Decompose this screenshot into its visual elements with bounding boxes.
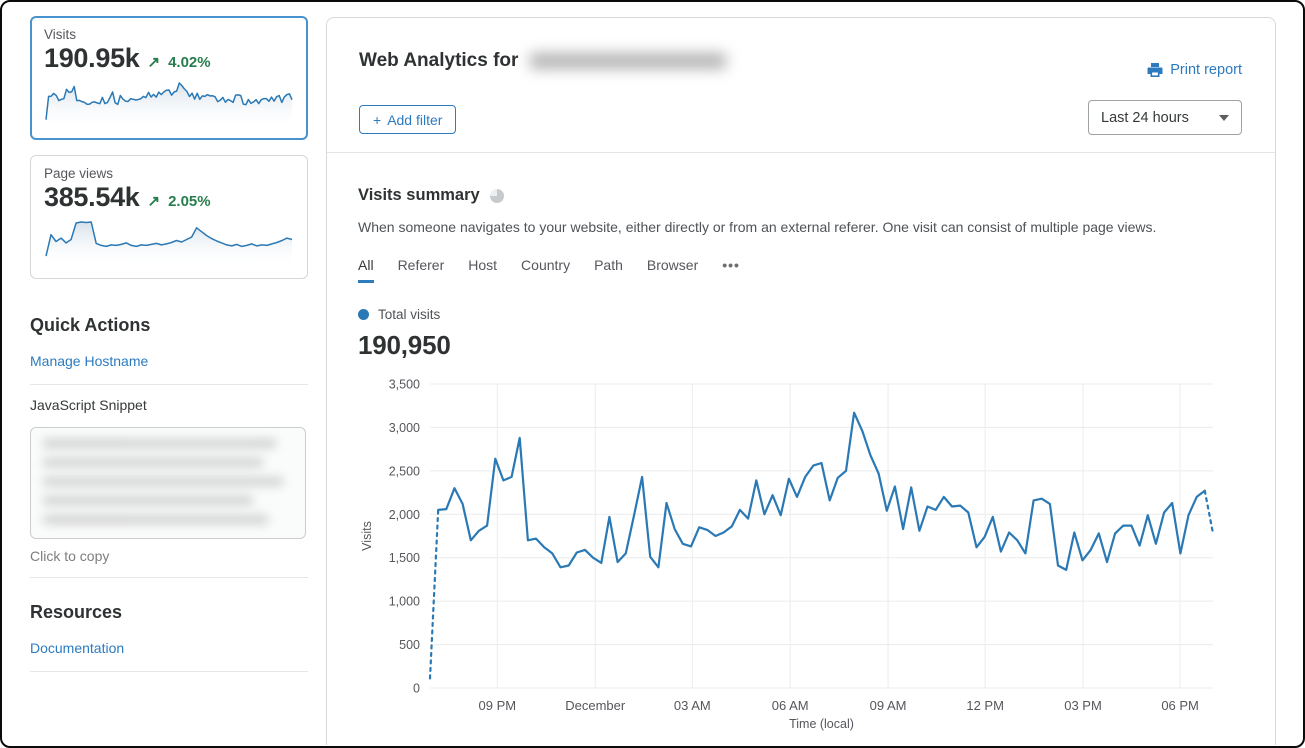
report-header: Web Analytics for Print report + Add fil… xyxy=(327,18,1275,153)
svg-text:1,500: 1,500 xyxy=(389,551,420,565)
tab-path[interactable]: Path xyxy=(594,257,623,283)
metric-card-visits[interactable]: Visits 190.95k ↗ 4.02% xyxy=(30,16,308,140)
tab-all[interactable]: All xyxy=(358,257,374,283)
svg-text:December: December xyxy=(565,698,626,713)
redacted-code-line xyxy=(43,496,253,505)
svg-text:2,500: 2,500 xyxy=(389,464,420,478)
quick-actions-title: Quick Actions xyxy=(30,315,308,336)
page-views-sparkline xyxy=(44,217,294,269)
redacted-domain xyxy=(530,53,726,69)
app-window: Visits 190.95k ↗ 4.02% Page views 385.54… xyxy=(0,0,1305,748)
print-report-label: Print report xyxy=(1170,62,1242,78)
svg-text:Time (local): Time (local) xyxy=(789,717,854,731)
svg-text:09 AM: 09 AM xyxy=(870,698,907,713)
legend-label: Total visits xyxy=(378,307,440,322)
section-title: Visits summary xyxy=(358,186,480,205)
divider xyxy=(30,671,308,672)
tab-browser[interactable]: Browser xyxy=(647,257,698,283)
divider xyxy=(30,384,308,385)
metric-label-page-views: Page views xyxy=(44,166,294,181)
svg-text:06 AM: 06 AM xyxy=(772,698,809,713)
svg-text:03 AM: 03 AM xyxy=(674,698,711,713)
visits-chart: 0 500 1,000 1,500 2,000 2,500 3,000 3,500 09 PM D… xyxy=(358,372,1248,734)
svg-text:0: 0 xyxy=(413,682,420,696)
click-to-copy-hint: Click to copy xyxy=(30,548,308,564)
resources-title: Resources xyxy=(30,602,308,623)
total-visits-value: 190,950 xyxy=(358,330,1275,361)
redacted-code-line xyxy=(43,458,263,467)
sidebar: Visits 190.95k ↗ 4.02% Page views 385.54… xyxy=(30,16,308,672)
visits-summary-section: Visits summary When someone navigates to… xyxy=(327,153,1275,734)
svg-text:2,000: 2,000 xyxy=(389,508,420,522)
svg-text:1,000: 1,000 xyxy=(389,595,420,609)
manage-hostname-link[interactable]: Manage Hostname xyxy=(30,353,148,369)
js-snippet-box[interactable] xyxy=(30,427,306,539)
print-report-link[interactable]: Print report xyxy=(1147,62,1242,78)
svg-text:06 PM: 06 PM xyxy=(1161,698,1199,713)
page-title: Web Analytics for xyxy=(359,50,726,72)
documentation-link[interactable]: Documentation xyxy=(30,640,124,656)
tab-country[interactable]: Country xyxy=(521,257,570,283)
plus-icon: + xyxy=(373,112,381,128)
metric-value-page-views: 385.54k xyxy=(44,182,140,213)
tab-host[interactable]: Host xyxy=(468,257,497,283)
svg-text:500: 500 xyxy=(399,638,420,652)
redacted-code-line xyxy=(43,477,283,486)
svg-text:Visits: Visits xyxy=(360,521,374,551)
pie-chart-icon xyxy=(490,189,504,203)
main-panel: Web Analytics for Print report + Add fil… xyxy=(326,17,1276,745)
time-range-value: Last 24 hours xyxy=(1101,110,1189,126)
js-snippet-label: JavaScript Snippet xyxy=(30,397,308,413)
more-tabs-button[interactable]: ••• xyxy=(722,257,740,283)
divider xyxy=(30,577,308,578)
metric-change-visits: 4.02% xyxy=(168,54,211,71)
redacted-code-line xyxy=(43,439,276,448)
visits-sparkline xyxy=(44,78,294,130)
metric-card-page-views[interactable]: Page views 385.54k ↗ 2.05% xyxy=(30,155,308,279)
page-title-text: Web Analytics for xyxy=(359,50,518,72)
svg-text:3,000: 3,000 xyxy=(389,421,420,435)
trend-up-icon: ↗ xyxy=(148,53,161,71)
legend-dot-icon xyxy=(358,309,369,320)
svg-text:12 PM: 12 PM xyxy=(966,698,1004,713)
svg-text:09 PM: 09 PM xyxy=(479,698,517,713)
add-filter-button[interactable]: + Add filter xyxy=(359,105,456,134)
section-description: When someone navigates to your website, … xyxy=(358,219,1275,235)
metric-value-visits: 190.95k xyxy=(44,43,140,74)
printer-icon xyxy=(1147,62,1163,78)
chart-legend: Total visits xyxy=(358,307,1275,322)
metric-label-visits: Visits xyxy=(44,27,294,42)
svg-text:03 PM: 03 PM xyxy=(1064,698,1102,713)
svg-text:3,500: 3,500 xyxy=(389,378,420,392)
tab-referer[interactable]: Referer xyxy=(398,257,445,283)
redacted-code-line xyxy=(43,515,268,524)
dimension-tabs: All Referer Host Country Path Browser ••… xyxy=(358,257,1275,283)
add-filter-label: Add filter xyxy=(387,112,442,128)
metric-change-page-views: 2.05% xyxy=(168,193,211,210)
trend-up-icon: ↗ xyxy=(148,192,161,210)
time-range-select[interactable]: Last 24 hours xyxy=(1088,100,1242,135)
chevron-down-icon xyxy=(1219,115,1229,121)
